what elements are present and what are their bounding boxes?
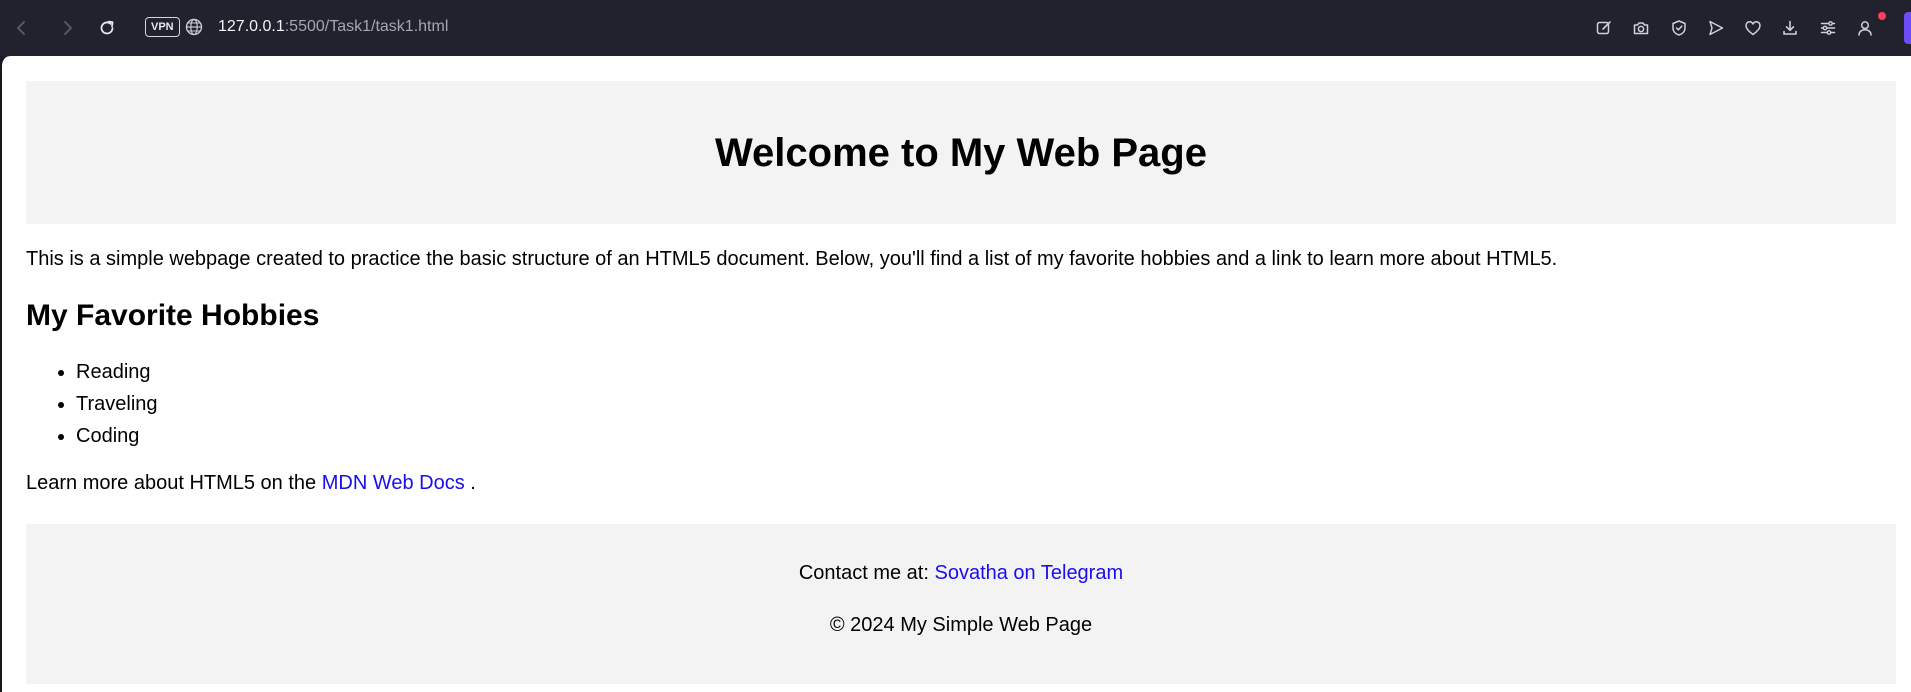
learn-more-text: Learn more about HTML5 on the [26, 472, 322, 494]
notification-dot [1878, 12, 1886, 20]
shield-button[interactable] [1663, 12, 1695, 44]
list-item: Coding [76, 420, 1896, 452]
edit-button[interactable] [1588, 12, 1620, 44]
reload-icon [100, 20, 114, 35]
back-arrow-icon [17, 21, 25, 35]
send-icon [1709, 20, 1724, 36]
contact-line: Contact me at: Sovatha on Telegram [26, 560, 1896, 586]
page-title: Welcome to My Web Page [715, 130, 1207, 175]
forward-arrow-icon [64, 21, 72, 35]
sidebar-edge-accent[interactable] [1904, 12, 1911, 44]
hobby-list: Reading Traveling Coding [26, 356, 1896, 452]
camera-icon [1633, 22, 1649, 35]
contact-label: Contact me at: [798, 562, 935, 584]
globe-icon[interactable] [184, 17, 204, 37]
learn-more-suffix: . [464, 472, 476, 494]
telegram-link[interactable]: Sovatha on Telegram [934, 562, 1123, 584]
heart-icon [1745, 21, 1761, 36]
downloads-button[interactable] [1774, 12, 1806, 44]
copyright-text: © 2024 My Simple Web Page [829, 614, 1093, 636]
reload-button[interactable] [91, 12, 123, 44]
page-body: Welcome to My Web Page This is a simple … [26, 81, 1896, 684]
profile-icon [1858, 21, 1872, 36]
forward-button[interactable] [51, 12, 83, 44]
download-icon [1783, 20, 1797, 35]
back-button[interactable] [6, 12, 38, 44]
shield-icon [1672, 20, 1686, 36]
list-item: Traveling [76, 388, 1896, 420]
favorites-button[interactable] [1737, 12, 1769, 44]
page-viewport: Welcome to My Web Page This is a simple … [0, 56, 1911, 692]
intro-paragraph: This is a simple webpage created to prac… [26, 248, 1558, 270]
address-bar[interactable]: 127.0.0.1:5500/Task1/task1.html [218, 17, 448, 37]
hobbies-heading: My Favorite Hobbies [26, 299, 320, 332]
vpn-badge[interactable]: VPN [145, 17, 180, 37]
list-item: Reading [76, 356, 1896, 388]
sliders-icon [1820, 21, 1836, 35]
browser-toolbar: VPN 127.0.0.1:5500/Task1/task1.html [0, 0, 1911, 56]
send-button[interactable] [1700, 12, 1732, 44]
mdn-web-docs-link[interactable]: MDN Web Docs [322, 472, 465, 494]
page-header: Welcome to My Web Page [26, 81, 1896, 224]
vpn-label: VPN [151, 21, 174, 33]
url-host: 127.0.0.1 [218, 18, 285, 35]
page-footer: Contact me at: Sovatha on Telegram © 202… [26, 524, 1896, 684]
url-path: :5500/Task1/task1.html [284, 18, 449, 35]
snapshot-button[interactable] [1625, 12, 1657, 44]
easy-setup-button[interactable] [1812, 12, 1844, 44]
learn-more-paragraph: Learn more about HTML5 on the MDN Web Do… [26, 470, 1896, 496]
profile-button[interactable] [1849, 12, 1881, 44]
edit-icon [1596, 21, 1611, 35]
